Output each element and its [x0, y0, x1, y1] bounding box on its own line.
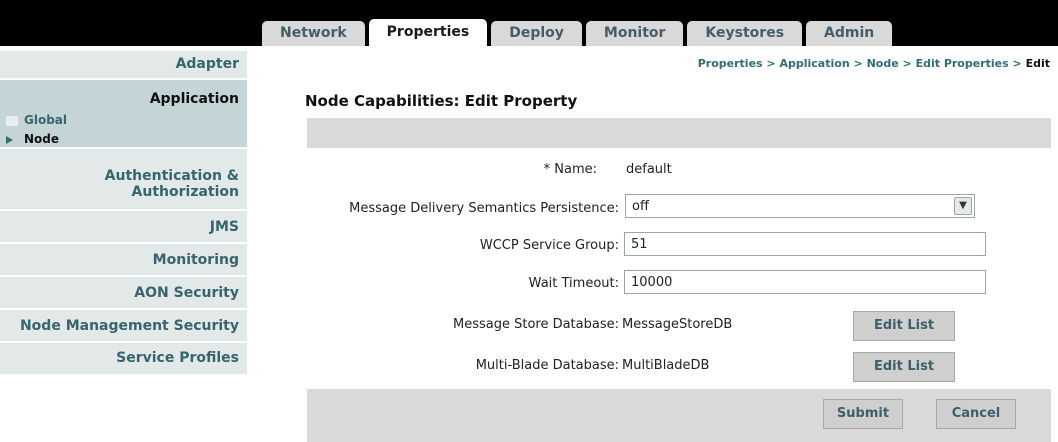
- tab-monitor[interactable]: Monitor: [585, 21, 684, 46]
- main-content: Properties > Application > Node > Edit P…: [247, 46, 1058, 442]
- breadcrumb-node[interactable]: Node: [867, 57, 899, 70]
- tab-admin[interactable]: Admin: [806, 21, 893, 46]
- sidebar-item-application[interactable]: Application Global Node: [0, 80, 247, 148]
- message-store-db-label: Message Store Database:: [452, 317, 619, 332]
- message-store-db-value: MessageStoreDB: [622, 317, 733, 332]
- mds-persistence-label: Message Delivery Semantics Persistence:: [349, 201, 619, 216]
- breadcrumb-properties[interactable]: Properties: [698, 57, 763, 70]
- multi-blade-db-value: MultiBladeDB: [622, 358, 710, 373]
- tab-keystores[interactable]: Keystores: [687, 21, 803, 46]
- multi-blade-edit-list-button[interactable]: Edit List: [853, 352, 955, 382]
- sidebar-item-label: Authentication &: [104, 168, 239, 184]
- submit-button[interactable]: Submit: [823, 399, 903, 429]
- multi-blade-db-label: Multi-Blade Database:: [475, 358, 619, 373]
- sidebar-subitem-label: Node: [24, 132, 60, 146]
- bullet-icon: [6, 115, 18, 126]
- sidebar-item-adapter[interactable]: Adapter: [0, 51, 247, 79]
- sidebar-subitem-label: Global: [24, 113, 68, 127]
- sidebar-item-label: Authorization: [131, 184, 239, 200]
- triangle-right-icon: [6, 135, 13, 144]
- chevron-down-icon[interactable]: ▼: [954, 197, 972, 215]
- breadcrumb: Properties > Application > Node > Edit P…: [698, 57, 1050, 70]
- breadcrumb-separator: >: [853, 57, 863, 70]
- mds-persistence-select[interactable]: off ▼: [625, 194, 975, 218]
- wccp-service-group-input[interactable]: [624, 232, 986, 256]
- tab-strip: Network Properties Deploy Monitor Keysto…: [262, 19, 896, 46]
- wccp-service-group-label: WCCP Service Group:: [479, 238, 619, 253]
- sidebar-subitem-node[interactable]: Node: [6, 132, 59, 146]
- sidebar-item-service-profiles[interactable]: Service Profiles: [0, 343, 247, 375]
- sidebar: Adapter Application Global Node Authenti…: [0, 46, 247, 442]
- wait-timeout-input[interactable]: [624, 270, 986, 294]
- tab-network[interactable]: Network: [262, 21, 365, 46]
- form-header-band: [307, 118, 1051, 148]
- breadcrumb-separator: >: [1012, 57, 1022, 70]
- sidebar-subitem-global[interactable]: Global: [6, 113, 67, 127]
- sidebar-item-node-mgmt-security[interactable]: Node Management Security: [0, 310, 247, 342]
- sidebar-item-label: Application: [149, 91, 239, 107]
- message-store-edit-list-button[interactable]: Edit List: [853, 311, 955, 341]
- sidebar-item-aon-security[interactable]: AON Security: [0, 277, 247, 309]
- mds-persistence-value: off: [632, 199, 649, 214]
- name-label: * Name:: [543, 162, 597, 177]
- breadcrumb-current: Edit: [1025, 57, 1050, 70]
- wait-timeout-label: Wait Timeout:: [528, 276, 619, 291]
- breadcrumb-edit-properties[interactable]: Edit Properties: [916, 57, 1009, 70]
- name-value: default: [626, 162, 672, 177]
- sidebar-item-monitoring[interactable]: Monitoring: [0, 244, 247, 276]
- cancel-button[interactable]: Cancel: [936, 399, 1016, 429]
- sidebar-item-jms[interactable]: JMS: [0, 211, 247, 243]
- breadcrumb-application[interactable]: Application: [779, 57, 849, 70]
- page-title: Node Capabilities: Edit Property: [305, 92, 578, 110]
- tab-properties[interactable]: Properties: [368, 19, 488, 46]
- breadcrumb-separator: >: [766, 57, 776, 70]
- sidebar-item-auth[interactable]: Authentication & Authorization: [0, 149, 247, 210]
- top-bar: Network Properties Deploy Monitor Keysto…: [0, 0, 1058, 46]
- breadcrumb-separator: >: [902, 57, 912, 70]
- tab-deploy[interactable]: Deploy: [491, 21, 582, 46]
